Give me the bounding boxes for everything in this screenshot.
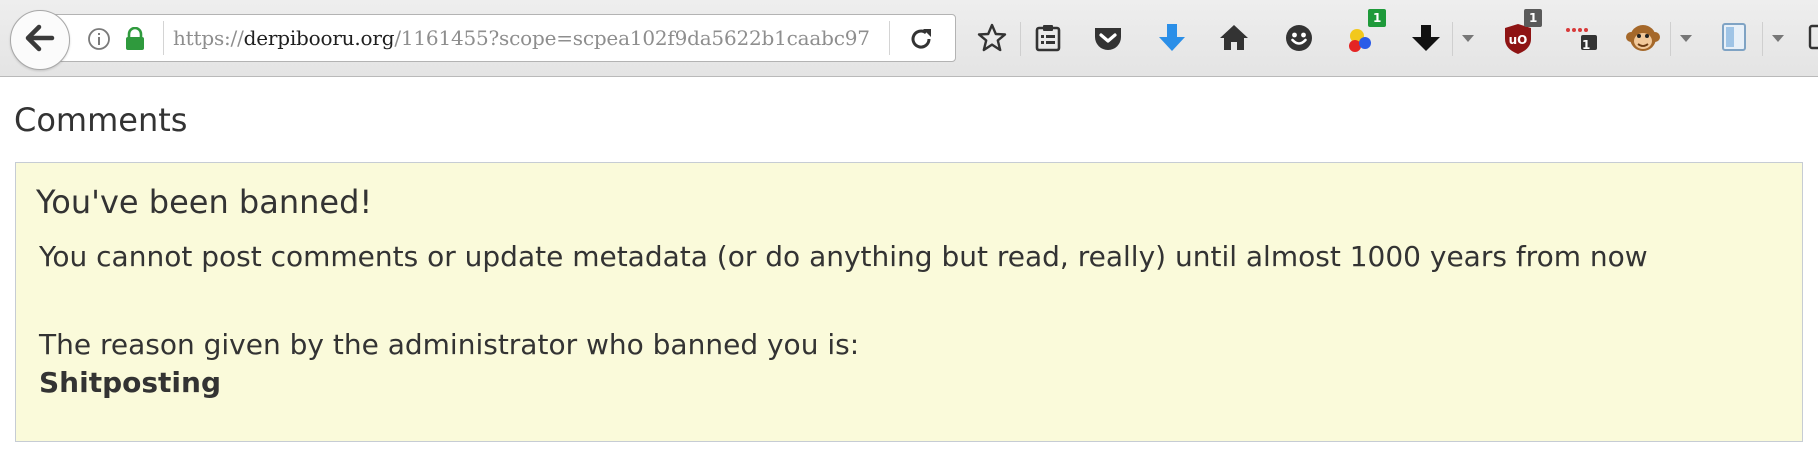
chevron-down-icon[interactable]: [1772, 35, 1784, 42]
pocket-icon[interactable]: [1092, 22, 1124, 58]
back-button[interactable]: [10, 10, 70, 70]
back-arrow-icon: [25, 24, 55, 56]
toolbar-divider: [1020, 22, 1021, 56]
url-scheme: https://: [173, 26, 244, 50]
multicolor-extension-icon[interactable]: [1346, 22, 1382, 60]
url-path: /1161455?scope=scpea102f9da5622b1caabc97: [394, 26, 870, 50]
svg-text:uO: uO: [1509, 33, 1528, 47]
page-title: Comments: [14, 101, 188, 139]
ban-reason: Shitposting: [39, 366, 221, 399]
info-icon[interactable]: [87, 27, 111, 55]
address-bar[interactable]: https://derpibooru.org/1161455?scope=scp…: [50, 14, 956, 62]
download-icon[interactable]: [1156, 22, 1188, 58]
sidebar-toggle-icon[interactable]: [1720, 22, 1748, 56]
toolbar-divider: [1670, 22, 1671, 56]
feedback-smiley-icon[interactable]: [1283, 22, 1315, 58]
reload-icon[interactable]: [909, 27, 935, 55]
greasemonkey-icon[interactable]: [1626, 22, 1660, 58]
url-separator-right: [889, 21, 890, 55]
ublock-icon[interactable]: uO: [1502, 22, 1534, 60]
ban-reason-label: The reason given by the administrator wh…: [39, 328, 860, 361]
browser-toolbar: https://derpibooru.org/1161455?scope=scp…: [0, 0, 1818, 77]
download-arrow-icon[interactable]: [1410, 22, 1442, 58]
url-separator: [163, 21, 164, 55]
overflow-icon[interactable]: [1808, 22, 1818, 58]
multicolor-badge: 1: [1368, 9, 1387, 27]
chevron-down-icon[interactable]: [1462, 35, 1474, 42]
chevron-down-icon[interactable]: [1680, 35, 1692, 42]
bookmark-star-icon[interactable]: [976, 22, 1008, 58]
url-text[interactable]: https://derpibooru.org/1161455?scope=scp…: [173, 26, 891, 50]
bookmarks-list-icon[interactable]: [1032, 22, 1064, 58]
ban-notice: You've been banned! You cannot post comm…: [15, 162, 1803, 442]
toolbar-divider: [1762, 22, 1763, 56]
home-icon[interactable]: [1218, 22, 1250, 58]
ban-heading: You've been banned!: [36, 183, 373, 221]
toolbar-divider: [1452, 22, 1453, 56]
lock-icon[interactable]: [124, 26, 146, 55]
ublock-badge: 1: [1524, 9, 1543, 27]
ban-message: You cannot post comments or update metad…: [39, 240, 1648, 273]
url-host: derpibooru.org: [243, 26, 395, 50]
counter-badge: 1: [1582, 38, 1591, 52]
